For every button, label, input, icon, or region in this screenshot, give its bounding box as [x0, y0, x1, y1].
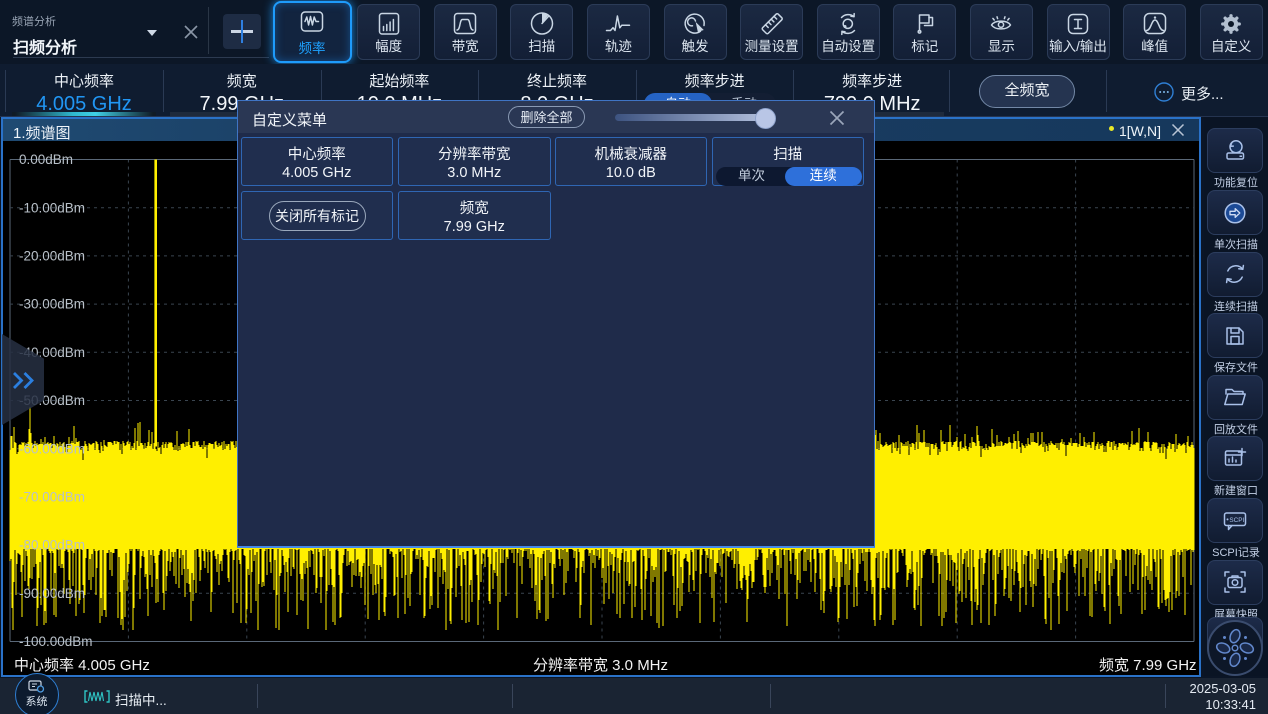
svg-text:-10.00dBm: -10.00dBm: [19, 200, 85, 215]
svg-text:0.00dBm: 0.00dBm: [19, 152, 73, 167]
svg-text:SCPI: SCPI: [1229, 516, 1244, 523]
svg-text:-100.00dBm: -100.00dBm: [19, 634, 93, 649]
svg-text:-30.00dBm: -30.00dBm: [19, 297, 85, 312]
svg-text:-20.00dBm: -20.00dBm: [19, 249, 85, 264]
svg-text:-80.00dBm: -80.00dBm: [19, 538, 85, 553]
svg-text:-60.00dBm: -60.00dBm: [19, 441, 85, 456]
svg-text:-90.00dBm: -90.00dBm: [19, 586, 85, 601]
svg-text:-70.00dBm: -70.00dBm: [19, 490, 85, 505]
